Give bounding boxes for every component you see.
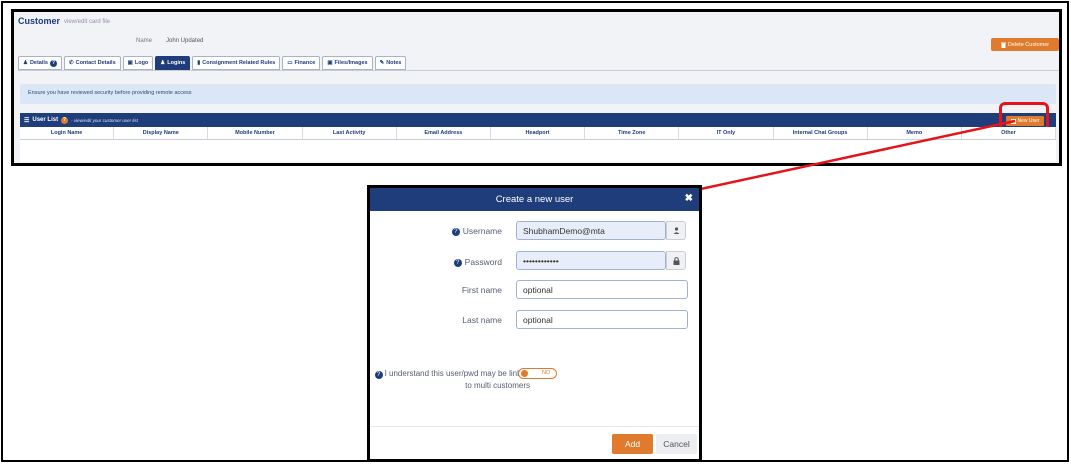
- first-name-input[interactable]: optional: [516, 280, 688, 299]
- footer-divider: [370, 426, 699, 427]
- consent-text: I understand this user/pwd may be linked…: [384, 369, 530, 390]
- modal-title: Create a new user: [495, 194, 574, 205]
- help-icon: ?: [374, 371, 383, 379]
- last-name-input[interactable]: optional: [516, 310, 688, 329]
- modal-header: Create a new user ✖: [370, 188, 699, 211]
- multi-customer-toggle[interactable]: NO: [518, 368, 557, 379]
- multi-customer-consent-label: ? I understand this user/pwd may be linke…: [370, 368, 530, 392]
- cancel-button[interactable]: Cancel: [656, 434, 697, 454]
- help-icon: ?: [453, 258, 462, 267]
- last-name-label: Last name: [462, 315, 502, 325]
- user-icon: [666, 221, 686, 240]
- help-icon: ?: [451, 227, 460, 236]
- first-name-label: First name: [461, 285, 502, 295]
- lock-icon: [666, 251, 686, 270]
- password-input[interactable]: ••••••••••••: [516, 251, 666, 270]
- add-button[interactable]: Add: [612, 434, 653, 454]
- close-icon[interactable]: ✖: [685, 193, 693, 204]
- screenshot-frame: Customer view/edit card file Name John U…: [1, 1, 1069, 462]
- username-label: ? Username: [370, 226, 502, 236]
- username-label-text: Username: [462, 226, 502, 236]
- toggle-text: NO: [542, 370, 551, 376]
- toggle-knob: [521, 370, 528, 377]
- username-input[interactable]: ShubhamDemo@mta: [516, 221, 666, 240]
- create-user-modal: Create a new user ✖ ? Username ShubhamDem…: [367, 185, 702, 462]
- password-label-text: Password: [464, 257, 502, 267]
- password-label: ? Password: [370, 257, 502, 267]
